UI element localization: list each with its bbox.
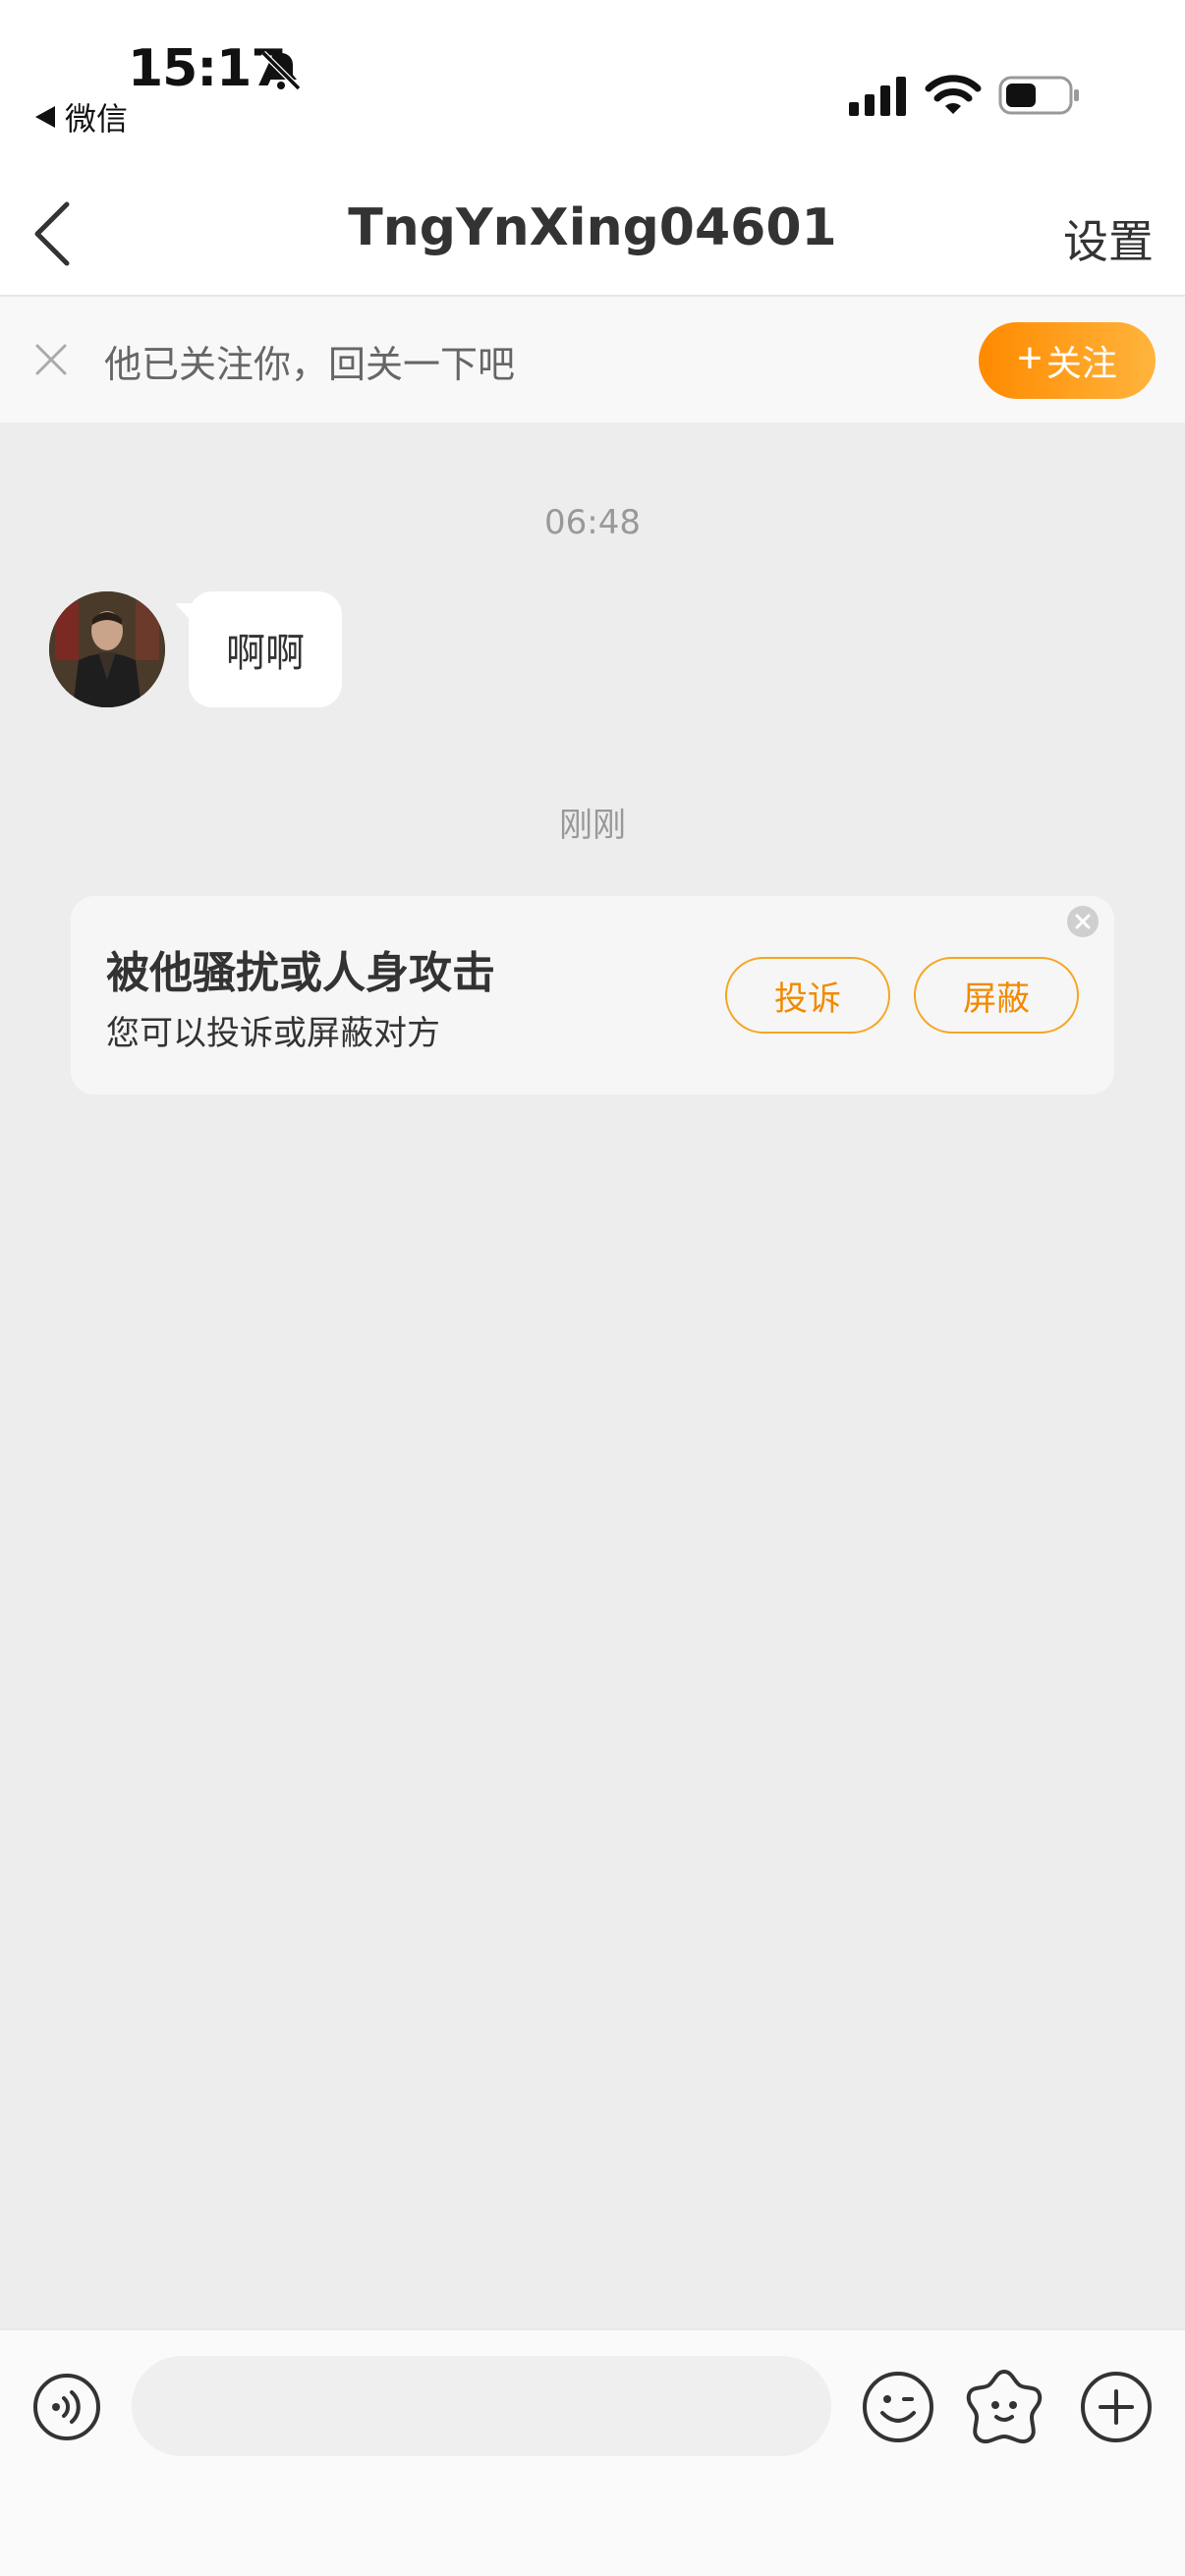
follow-label: 关注: [1045, 343, 1117, 383]
back-app-label: 微信: [65, 100, 129, 138]
message-input[interactable]: [132, 2356, 831, 2456]
notice-title: 被他骚扰或人身攻击: [106, 948, 495, 998]
battery-icon: [998, 76, 1079, 115]
settings-button[interactable]: 设置: [1063, 206, 1154, 271]
harassment-notice-card: 被他骚扰或人身攻击 您可以投诉或屏蔽对方 投诉 屏蔽: [71, 896, 1114, 1094]
plus-label: +: [1017, 334, 1043, 382]
notice-timestamp: 刚刚: [559, 806, 626, 845]
voice-icon[interactable]: [31, 2372, 102, 2442]
cellular-signal-icon: [849, 77, 906, 116]
input-bar: [0, 2328, 1185, 2576]
close-icon[interactable]: [33, 342, 69, 377]
follow-back-banner: 他已关注你，回关一下吧 + 关注: [0, 297, 1185, 422]
notice-subtitle: 您可以投诉或屏蔽对方: [106, 1014, 440, 1053]
chat-title: TngYnXing04601: [348, 198, 837, 257]
close-circle-icon[interactable]: [1065, 904, 1100, 939]
message-bubble[interactable]: 啊啊: [189, 591, 342, 707]
block-button[interactable]: 屏蔽: [914, 957, 1079, 1034]
avatar[interactable]: [49, 591, 165, 707]
sticker-icon[interactable]: [965, 2368, 1044, 2444]
avatar-portrait-icon: [49, 591, 165, 707]
emoji-icon[interactable]: [861, 2370, 935, 2444]
report-button[interactable]: 投诉: [725, 957, 890, 1034]
nav-bar: TngYnXing04601 设置: [0, 173, 1185, 297]
follow-back-text: 他已关注你，回关一下吧: [104, 343, 516, 386]
bell-muted-icon: [260, 50, 302, 91]
back-to-app[interactable]: 微信: [35, 94, 128, 140]
status-bar: 15:17 微信: [0, 0, 1185, 173]
plus-circle-icon[interactable]: [1079, 2370, 1154, 2444]
back-triangle-icon: [35, 106, 55, 128]
wifi-icon: [925, 75, 982, 114]
follow-button[interactable]: + 关注: [979, 322, 1156, 399]
message-timestamp: 06:48: [544, 503, 641, 542]
